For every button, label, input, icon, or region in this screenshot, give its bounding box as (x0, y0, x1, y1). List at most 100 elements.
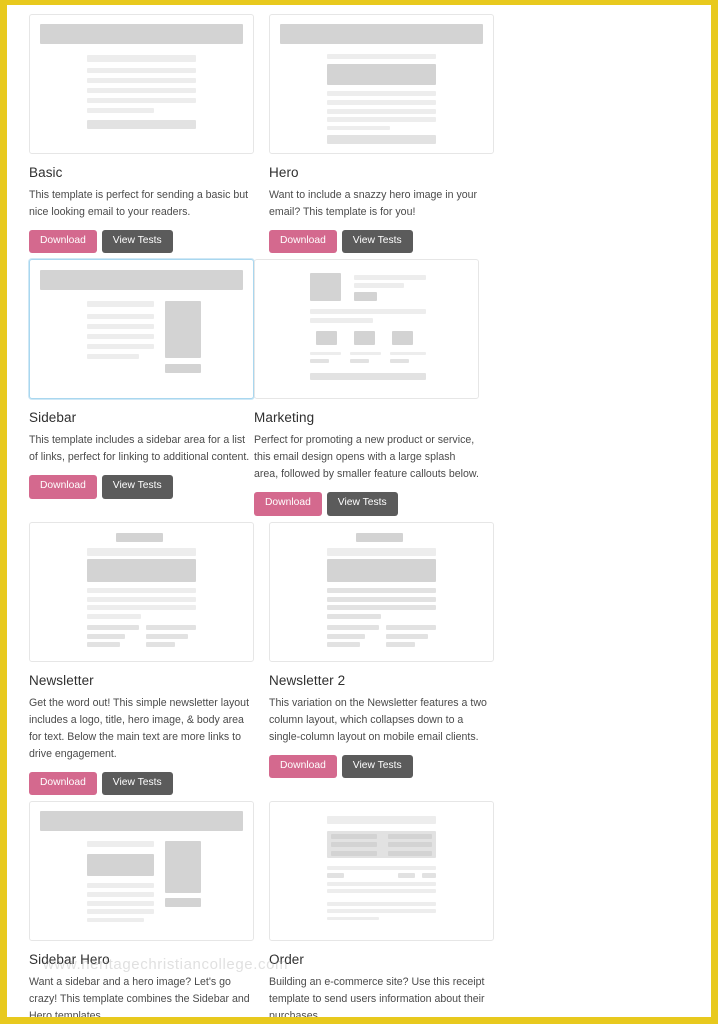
skeleton-block (86, 613, 142, 619)
template-card: Newsletter 2 This variation on the Newsle… (269, 521, 494, 801)
skeleton-block (86, 883, 155, 889)
skeleton-block (86, 107, 155, 113)
view-tests-button[interactable]: View Tests (101, 230, 173, 254)
template-preview-sidebar[interactable] (29, 259, 254, 400)
view-tests-button[interactable]: View Tests (101, 771, 173, 795)
skeleton-block (86, 314, 155, 320)
skeleton-block (349, 351, 382, 356)
template-gallery-page: Basic This template is perfect for sendin… (7, 5, 711, 1017)
skeleton-block (86, 918, 144, 922)
template-description: This template is perfect for sending a b… (29, 189, 249, 218)
skeleton-block (326, 882, 437, 886)
template-preview-marketing[interactable] (254, 259, 479, 400)
skeleton-block (330, 851, 378, 856)
skeleton-block (145, 633, 188, 639)
template-preview-basic[interactable] (29, 14, 254, 154)
download-button[interactable]: Download (29, 771, 97, 795)
skeleton-block (326, 916, 380, 921)
skeleton-block (164, 898, 201, 907)
skeleton-block (86, 344, 155, 350)
skeleton-block (389, 359, 409, 363)
skeleton-block (398, 873, 416, 879)
skeleton-block (86, 909, 155, 915)
skeleton-block (86, 55, 197, 62)
skeleton-block (309, 273, 342, 301)
preview-skeleton (36, 530, 247, 654)
skeleton-block (326, 605, 437, 611)
template-title: Marketing (254, 410, 315, 426)
skeleton-block (145, 642, 176, 648)
skeleton-block (40, 269, 243, 290)
template-preview-sidebarhero[interactable] (29, 800, 254, 941)
download-button[interactable]: Download (254, 492, 322, 516)
skeleton-block (86, 97, 197, 103)
template-description: Want to include a snazzy hero image in y… (269, 189, 478, 218)
skeleton-block (326, 91, 437, 97)
skeleton-block (86, 300, 155, 307)
skeleton-block (326, 865, 437, 870)
skeleton-block (326, 873, 344, 879)
skeleton-block (86, 559, 197, 582)
download-button[interactable]: Download (29, 230, 97, 254)
skeleton-block (356, 533, 403, 542)
skeleton-block (326, 889, 437, 894)
skeleton-block (86, 587, 197, 593)
template-title: Newsletter 2 (269, 672, 346, 688)
skeleton-block (309, 318, 373, 324)
template-actions: Download View Tests (269, 230, 494, 254)
skeleton-block (86, 605, 197, 611)
skeleton-block (391, 330, 413, 346)
template-description: Want a sidebar and a hero image? Let's g… (29, 975, 250, 1017)
skeleton-block (389, 351, 426, 356)
template-card: Basic This template is perfect for sendin… (29, 14, 254, 259)
skeleton-block (86, 853, 155, 876)
skeleton-block (86, 841, 155, 848)
template-card: Marketing Perfect for promoting a new pro… (254, 259, 479, 521)
skeleton-block (387, 851, 433, 856)
template-preview-order[interactable] (269, 800, 494, 941)
skeleton-block (309, 309, 426, 315)
skeleton-block (86, 891, 155, 897)
skeleton-block (309, 359, 329, 363)
template-description: Perfect for promoting a new product or s… (254, 434, 479, 481)
download-button[interactable]: Download (269, 230, 337, 254)
skeleton-block (349, 359, 369, 363)
template-title: Hero (269, 165, 299, 180)
template-card: Sidebar This template includes a sidebar … (29, 259, 254, 521)
template-description: Get the word out! This simple newsletter… (29, 696, 250, 760)
skeleton-block (40, 811, 243, 832)
template-actions: Download View Tests (29, 771, 254, 795)
view-tests-button[interactable]: View Tests (341, 754, 413, 778)
skeleton-block (326, 613, 382, 619)
skeleton-block (353, 274, 426, 280)
template-description: This variation on the Newsletter feature… (269, 696, 487, 743)
skeleton-block (309, 351, 342, 356)
view-tests-button[interactable]: View Tests (326, 492, 398, 516)
skeleton-block (326, 587, 437, 593)
skeleton-block (145, 625, 197, 631)
template-preview-newsletter[interactable] (29, 521, 254, 662)
skeleton-block (353, 283, 405, 289)
template-preview-newsletter2[interactable] (269, 521, 494, 662)
template-preview-hero[interactable] (269, 14, 494, 154)
download-button[interactable]: Download (29, 475, 97, 499)
skeleton-block (326, 901, 437, 906)
download-button[interactable]: Download (269, 754, 337, 778)
skeleton-block (86, 633, 125, 639)
template-actions: Download View Tests (29, 230, 254, 254)
view-tests-button[interactable]: View Tests (101, 475, 173, 499)
skeleton-block (326, 633, 365, 639)
skeleton-block (330, 833, 378, 839)
preview-skeleton (276, 22, 487, 146)
template-title: Newsletter (29, 672, 94, 688)
skeleton-block (353, 292, 378, 301)
skeleton-block (330, 842, 378, 848)
skeleton-block (326, 100, 437, 106)
view-tests-button[interactable]: View Tests (341, 230, 413, 254)
template-actions: Download View Tests (254, 492, 479, 516)
template-description: This template includes a sidebar area fo… (29, 434, 250, 464)
skeleton-block (86, 77, 197, 83)
skeleton-block (326, 559, 437, 582)
skeleton-block (86, 548, 197, 556)
skeleton-block (385, 625, 437, 631)
